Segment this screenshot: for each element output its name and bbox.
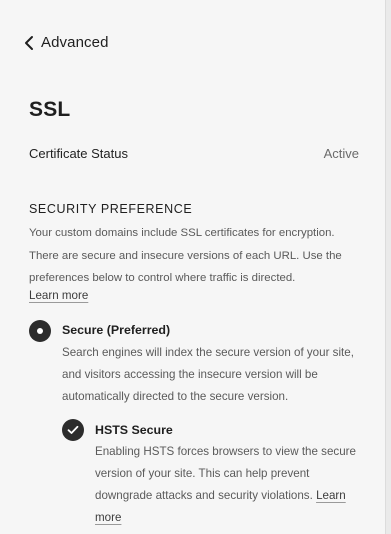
chevron-left-icon bbox=[25, 35, 33, 50]
certificate-status-value: Active bbox=[323, 146, 359, 161]
certificate-status-row: Certificate Status Active bbox=[29, 146, 359, 161]
secure-preferred-description: Search engines will index the secure ver… bbox=[62, 346, 354, 403]
hsts-secure-description: Enabling HSTS forces browsers to view th… bbox=[95, 441, 365, 529]
learn-more-link[interactable]: Learn more bbox=[29, 289, 88, 302]
checkmark-icon bbox=[62, 419, 84, 441]
security-preference-description: Your custom domains include SSL certific… bbox=[29, 227, 342, 284]
back-label: Advanced bbox=[41, 34, 109, 51]
page-title: SSL bbox=[29, 98, 71, 121]
secure-preferred-label: Secure (Preferred) bbox=[62, 323, 171, 337]
hsts-secure-label: HSTS Secure bbox=[95, 423, 173, 437]
security-preference-heading: SECURITY PREFERENCE bbox=[29, 202, 193, 216]
back-button[interactable]: Advanced bbox=[23, 34, 109, 51]
radio-selected-icon bbox=[29, 320, 51, 342]
certificate-status-label: Certificate Status bbox=[29, 146, 128, 161]
scrollbar[interactable] bbox=[385, 0, 391, 534]
ssl-settings-panel: Advanced SSL Certificate Status Active S… bbox=[0, 0, 386, 534]
